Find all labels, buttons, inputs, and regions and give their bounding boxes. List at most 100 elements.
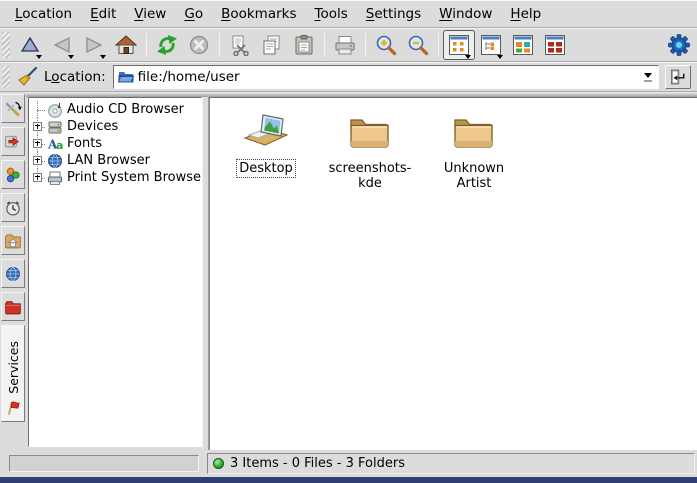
menu-edit[interactable]: Edit — [81, 3, 125, 25]
location-value[interactable]: file:/home/user — [138, 69, 635, 85]
zoom-out-icon — [407, 34, 429, 56]
forward-button[interactable] — [78, 30, 110, 60]
tree-guide — [31, 118, 47, 135]
menu-help[interactable]: Help — [501, 3, 550, 25]
print-button[interactable] — [329, 30, 361, 60]
zoom-out-button[interactable] — [402, 30, 434, 60]
expander-plus-icon[interactable] — [33, 173, 42, 182]
detail-view-icon — [544, 34, 566, 56]
main-area: Services Audio CD BrowserDevicesAaFontsL… — [0, 92, 697, 450]
combo-dropdown-arrow[interactable] — [639, 66, 656, 88]
file-label: Unknown Artist — [426, 160, 522, 193]
history-icon — [4, 199, 22, 217]
sidebar-tab-configure[interactable] — [1, 94, 25, 123]
expander-plus-icon[interactable] — [33, 139, 42, 148]
sidebar-tab-applications[interactable] — [1, 160, 25, 189]
tree-guide — [31, 101, 47, 118]
root-folder-icon — [4, 298, 22, 316]
toolbar-handle[interactable] — [2, 66, 10, 88]
main-toolbar — [0, 28, 697, 62]
stop-button[interactable] — [183, 30, 215, 60]
expander-plus-icon[interactable] — [33, 156, 42, 165]
copy-button[interactable] — [256, 30, 288, 60]
back-button[interactable] — [46, 30, 78, 60]
detailed-list-view-button[interactable] — [539, 30, 571, 60]
view-frame-band — [26, 92, 697, 97]
menu-location[interactable]: Location — [6, 3, 81, 25]
print-icon — [334, 34, 356, 56]
icon-view-button[interactable] — [443, 30, 475, 60]
status-row: 3 Items - 0 Files - 3 Folders — [0, 450, 697, 477]
file-label: screenshots-kde — [322, 160, 418, 193]
forward-icon — [83, 34, 105, 56]
expander-plus-icon[interactable] — [33, 122, 42, 131]
file-label: Desktop — [237, 160, 295, 177]
sidebar-tabstrip: Services — [0, 92, 26, 450]
sidebar-tab-network[interactable] — [1, 259, 25, 288]
menu-view[interactable]: View — [125, 3, 175, 25]
tree-item-fonts[interactable]: AaFonts — [31, 135, 201, 152]
go-button[interactable] — [665, 65, 691, 89]
icon-view-icon — [448, 34, 470, 56]
applications-icon — [4, 166, 22, 184]
toolbar-handle[interactable] — [2, 32, 10, 58]
cut-button[interactable] — [224, 30, 256, 60]
tree-item-label: Fonts — [67, 136, 102, 151]
tree-item-label: Audio CD Browser — [67, 102, 184, 117]
sidebar-statusbar — [0, 453, 204, 474]
reload-button[interactable] — [151, 30, 183, 60]
tree-item-label: LAN Browser — [67, 153, 150, 168]
status-led — [213, 458, 224, 469]
folder-icon — [450, 107, 498, 155]
tree-item-audio-cd-browser[interactable]: Audio CD Browser — [31, 101, 201, 118]
location-label: Location: — [44, 69, 106, 85]
tree-item-lan-browser[interactable]: LAN Browser — [31, 152, 201, 169]
paste-button[interactable] — [288, 30, 320, 60]
tree-item-label: Devices — [67, 119, 118, 134]
toolbar-separator — [146, 33, 147, 57]
location-combobox[interactable]: file:/home/user — [113, 65, 659, 89]
menu-tools[interactable]: Tools — [306, 3, 357, 25]
clear-location-button[interactable] — [14, 64, 42, 90]
file-screenshots-kde[interactable]: screenshots-kde — [322, 107, 418, 193]
progress-slot — [9, 455, 199, 472]
file-unknown-artist[interactable]: Unknown Artist — [426, 107, 522, 193]
configure-icon — [4, 100, 22, 118]
tree-guide — [31, 135, 47, 152]
file-desktop[interactable]: Desktop — [218, 107, 314, 177]
menu-window[interactable]: Window — [430, 3, 501, 25]
file-view-panel: Desktop screenshots-kdeUnknown Artist — [209, 97, 697, 450]
panel-splitter[interactable] — [202, 97, 209, 450]
dropdown-arrow-icon — [497, 55, 503, 59]
tree-view-icon — [480, 34, 502, 56]
sidebar-tab-root-folder[interactable] — [1, 292, 25, 321]
sidebar-tab-history[interactable] — [1, 193, 25, 222]
home-icon — [115, 34, 137, 56]
toolbar-separator — [324, 33, 325, 57]
tree-view-button[interactable] — [475, 30, 507, 60]
services-flag-icon — [4, 399, 22, 417]
bookmarks-icon — [4, 133, 22, 151]
tree-item-devices[interactable]: Devices — [31, 118, 201, 135]
location-toolbar: Location: file:/home/user — [0, 62, 697, 92]
status-text: 3 Items - 0 Files - 3 Folders — [230, 456, 405, 471]
menu-settings[interactable]: Settings — [357, 3, 430, 25]
multicolumn-view-icon — [512, 34, 534, 56]
menu-go[interactable]: Go — [175, 3, 212, 25]
sidebar-tab-home-folder[interactable] — [1, 226, 25, 255]
tree-item-print-system-browser[interactable]: Print System Browser — [31, 169, 201, 186]
home-button[interactable] — [110, 30, 142, 60]
bottom-strip — [0, 477, 697, 483]
sidebar-tab-bookmarks[interactable] — [1, 127, 25, 156]
multicolumn-view-button[interactable] — [507, 30, 539, 60]
network-icon — [4, 265, 22, 283]
menu-bookmarks[interactable]: Bookmarks — [212, 3, 305, 25]
up-button[interactable] — [14, 30, 46, 60]
tree-item-label: Print System Browser — [67, 170, 202, 185]
folder-open-icon — [118, 69, 134, 85]
zoom-in-button[interactable] — [370, 30, 402, 60]
broom-icon — [17, 66, 39, 88]
konqueror-gear-button[interactable] — [663, 30, 695, 60]
svg-text:a: a — [56, 139, 63, 152]
sidebar-tab-services[interactable]: Services — [1, 325, 25, 422]
